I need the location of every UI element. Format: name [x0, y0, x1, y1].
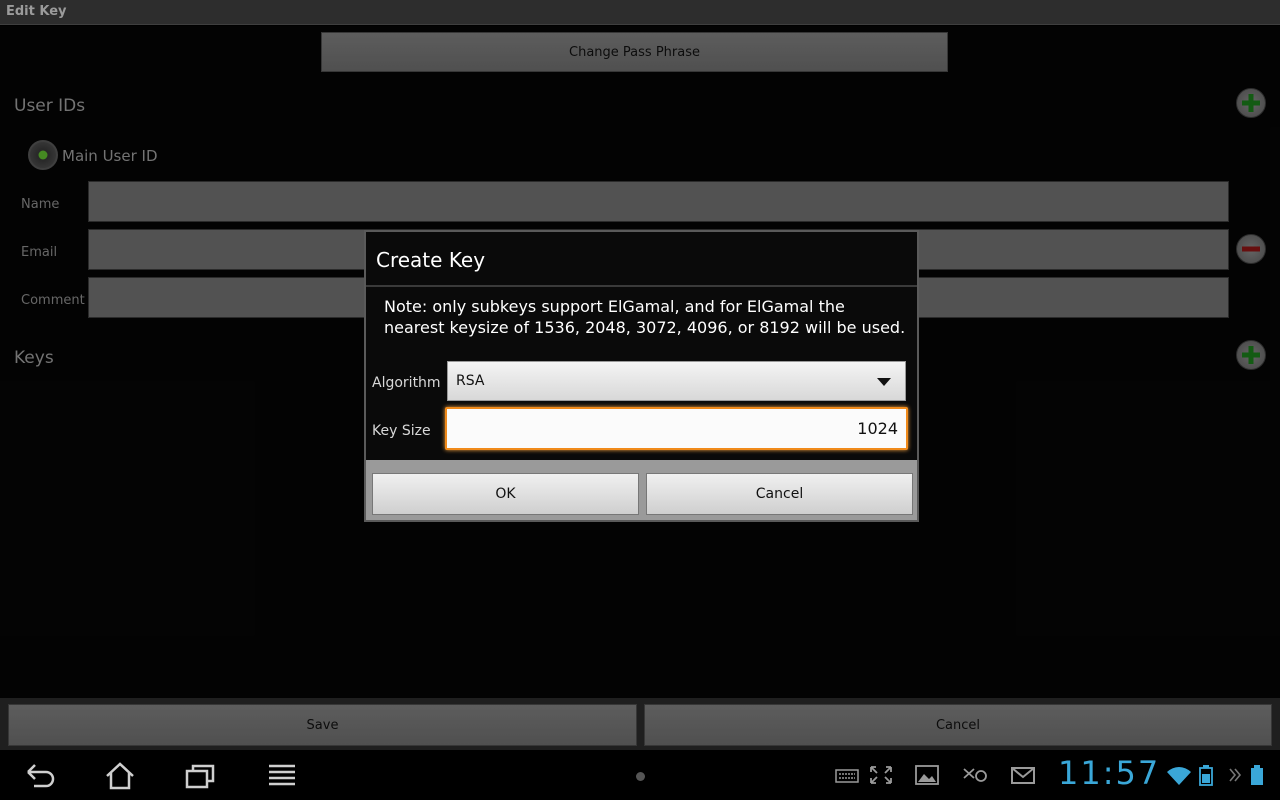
- home-icon[interactable]: [104, 762, 136, 790]
- dialog-divider: [366, 285, 917, 287]
- algorithm-value: RSA: [456, 373, 485, 389]
- nav-indicator-dot: [636, 772, 645, 781]
- menu-icon[interactable]: [266, 762, 298, 790]
- key-size-label: Key Size: [372, 423, 431, 439]
- device-battery-icon: [1248, 764, 1266, 786]
- status-clock: 11:57: [1058, 754, 1161, 792]
- wifi-icon: [1166, 764, 1192, 786]
- chevron-down-icon: [877, 378, 891, 386]
- chevron-right-icon: [1228, 764, 1242, 786]
- dialog-title: Create Key: [376, 248, 486, 272]
- key-size-input[interactable]: 1024: [445, 407, 908, 450]
- create-key-dialog: Create Key Note: only subkeys support El…: [364, 230, 919, 522]
- recent-apps-icon[interactable]: [184, 762, 216, 790]
- dialog-cancel-button[interactable]: Cancel: [646, 473, 913, 515]
- back-icon[interactable]: [24, 762, 56, 790]
- keyboard-icon: [834, 764, 860, 786]
- dialog-note: Note: only subkeys support ElGamal, and …: [384, 297, 906, 337]
- algorithm-select[interactable]: RSA: [447, 361, 906, 401]
- gallery-icon: [914, 764, 940, 786]
- battery-icon: [1196, 764, 1218, 786]
- email-notification-icon: [962, 764, 988, 786]
- algorithm-label: Algorithm: [372, 375, 441, 391]
- gmail-icon: [1010, 764, 1036, 786]
- ok-button[interactable]: OK: [372, 473, 639, 515]
- screen-compat-icon[interactable]: [868, 764, 894, 786]
